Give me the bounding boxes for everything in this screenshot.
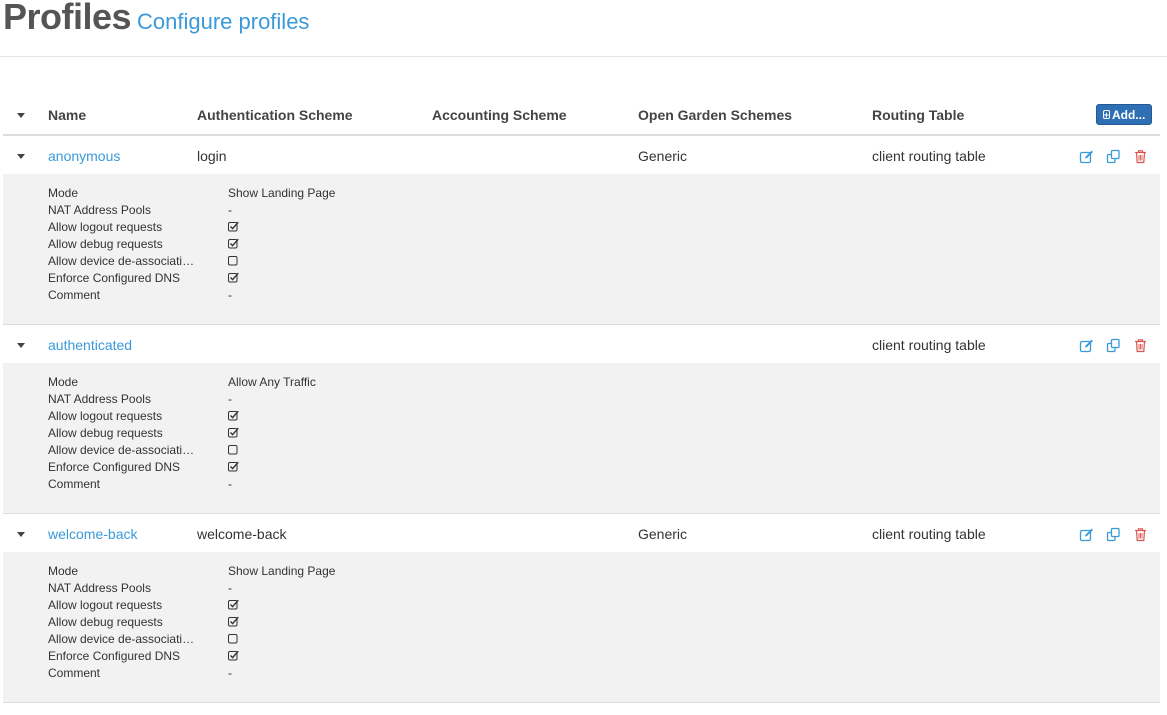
profile-name-link[interactable]: welcome-back (48, 526, 137, 542)
checkbox-checked-icon (228, 238, 239, 252)
checkbox-unchecked-icon (228, 255, 239, 269)
profile-row: authenticated client routing table (3, 325, 1160, 363)
checkbox-checked-icon (228, 410, 239, 424)
detail-label: Comment (48, 288, 101, 302)
nat-address-pools-value: - (228, 392, 232, 406)
authentication-scheme-value: welcome-back (197, 526, 287, 542)
checkbox-checked-icon (228, 650, 239, 664)
authentication-scheme-value: login (197, 148, 227, 164)
profile-details: Mode Show Landing Page NAT Address Pools… (3, 552, 1160, 703)
mode-value: Show Landing Page (228, 564, 336, 578)
profile-entry: authenticated client routing table Mode … (3, 325, 1160, 514)
column-header-name[interactable]: Name (48, 107, 86, 123)
checkbox-checked-icon (228, 427, 239, 441)
open-garden-schemes-value: Generic (638, 148, 688, 164)
collapse-all-caret-icon[interactable] (17, 113, 25, 118)
profile-list: anonymous login Generic client routing t… (3, 136, 1160, 703)
profile-row: welcome-back welcome-back Generic client… (3, 514, 1160, 552)
detail-label: Allow device de-associati… (48, 443, 195, 457)
comment-value: - (228, 477, 232, 491)
detail-label: Enforce Configured DNS (48, 271, 181, 285)
column-header-accounting-scheme[interactable]: Accounting Scheme (432, 107, 567, 123)
expand-caret-icon[interactable] (17, 343, 25, 348)
profile-details: Mode Allow Any Traffic NAT Address Pools… (3, 363, 1160, 514)
copy-icon[interactable] (1104, 337, 1123, 353)
column-header-authentication-scheme[interactable]: Authentication Scheme (197, 107, 353, 123)
expand-caret-icon[interactable] (17, 154, 25, 159)
checkbox-checked-icon (228, 272, 239, 286)
row-actions (1077, 337, 1150, 353)
detail-label: Allow logout requests (48, 598, 163, 612)
profile-details: Mode Show Landing Page NAT Address Pools… (3, 174, 1160, 325)
page-subtitle: Configure profiles (137, 9, 310, 34)
routing-table-value: client routing table (872, 337, 986, 353)
mode-value: Show Landing Page (228, 186, 336, 200)
row-actions (1077, 526, 1150, 542)
column-header-routing-table[interactable]: Routing Table (872, 107, 964, 123)
detail-label: NAT Address Pools (48, 392, 151, 406)
routing-table-value: client routing table (872, 526, 986, 542)
detail-label: Allow logout requests (48, 409, 163, 423)
checkbox-unchecked-icon (228, 444, 239, 458)
detail-label: Comment (48, 477, 101, 491)
detail-label: Comment (48, 666, 101, 680)
checkbox-checked-icon (228, 616, 239, 630)
edit-icon[interactable] (1077, 148, 1096, 164)
open-garden-schemes-value: Generic (638, 526, 688, 542)
detail-label: Allow logout requests (48, 220, 163, 234)
detail-label: Allow debug requests (48, 426, 163, 440)
detail-label: Mode (48, 375, 79, 389)
detail-label: Mode (48, 186, 79, 200)
mode-value: Allow Any Traffic (228, 375, 316, 389)
detail-label: NAT Address Pools (48, 203, 151, 217)
comment-value: - (228, 666, 232, 680)
plus-square-icon: + (1102, 110, 1110, 120)
comment-value: - (228, 288, 232, 302)
copy-icon[interactable] (1104, 526, 1123, 542)
detail-label: Allow device de-associati… (48, 632, 195, 646)
profile-name-link[interactable]: anonymous (48, 148, 120, 164)
edit-icon[interactable] (1077, 526, 1096, 542)
table-header: Name Authentication Scheme Accounting Sc… (3, 98, 1160, 136)
routing-table-value: client routing table (872, 148, 986, 164)
checkbox-checked-icon (228, 461, 239, 475)
nat-address-pools-value: - (228, 203, 232, 217)
profile-entry: welcome-back welcome-back Generic client… (3, 514, 1160, 703)
checkbox-unchecked-icon (228, 633, 239, 647)
copy-icon[interactable] (1104, 148, 1123, 164)
profile-row: anonymous login Generic client routing t… (3, 136, 1160, 174)
row-actions (1077, 148, 1150, 164)
add-profile-button[interactable]: + Add... (1096, 104, 1152, 125)
checkbox-checked-icon (228, 221, 239, 235)
detail-label: Allow debug requests (48, 237, 163, 251)
profile-entry: anonymous login Generic client routing t… (3, 136, 1160, 325)
column-header-open-garden-schemes[interactable]: Open Garden Schemes (638, 107, 792, 123)
edit-icon[interactable] (1077, 337, 1096, 353)
detail-label: Enforce Configured DNS (48, 460, 181, 474)
trash-icon[interactable] (1131, 148, 1150, 164)
page-title: Profiles (3, 0, 132, 37)
detail-label: Allow debug requests (48, 615, 163, 629)
detail-label: Enforce Configured DNS (48, 649, 181, 663)
checkbox-checked-icon (228, 599, 239, 613)
detail-label: Allow device de-associati… (48, 254, 195, 268)
detail-label: Mode (48, 564, 79, 578)
nat-address-pools-value: - (228, 581, 232, 595)
add-button-label: Add... (1111, 107, 1146, 122)
expand-caret-icon[interactable] (17, 532, 25, 537)
trash-icon[interactable] (1131, 526, 1150, 542)
profiles-table: Name Authentication Scheme Accounting Sc… (3, 98, 1160, 703)
profile-name-link[interactable]: authenticated (48, 337, 132, 353)
detail-label: NAT Address Pools (48, 581, 151, 595)
trash-icon[interactable] (1131, 337, 1150, 353)
page-header: Profiles Configure profiles (0, 0, 1167, 57)
